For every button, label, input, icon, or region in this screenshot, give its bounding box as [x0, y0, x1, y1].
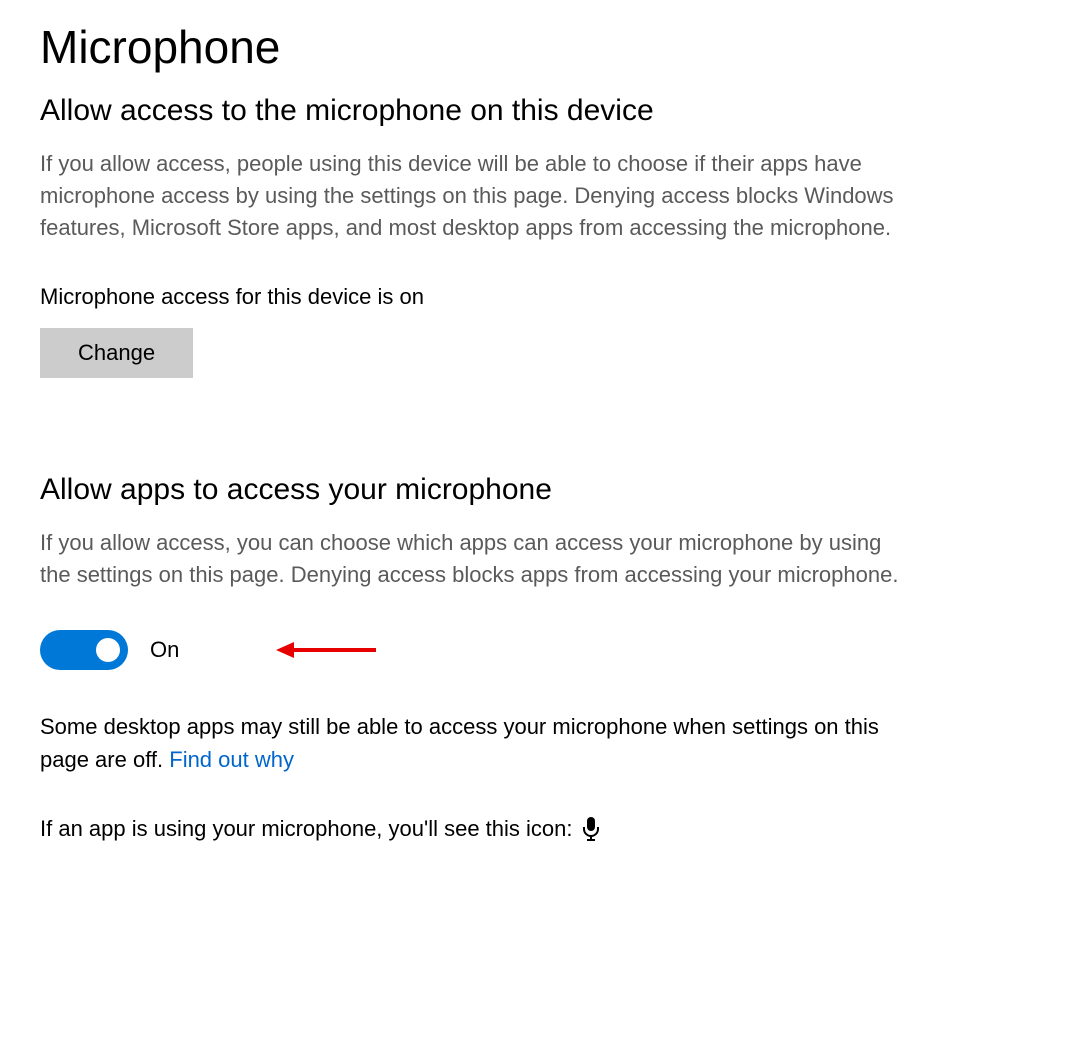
- find-out-why-link[interactable]: Find out why: [169, 747, 294, 772]
- app-access-toggle-row: On: [40, 630, 1038, 670]
- note-text: Some desktop apps may still be able to a…: [40, 714, 879, 772]
- section-heading-app-access: Allow apps to access your microphone: [40, 473, 1038, 507]
- app-access-description: If you allow access, you can choose whic…: [40, 527, 910, 591]
- device-access-status: Microphone access for this device is on: [40, 284, 1038, 310]
- toggle-knob: [96, 638, 120, 662]
- desktop-apps-note: Some desktop apps may still be able to a…: [40, 710, 910, 776]
- icon-line-text: If an app is using your microphone, you'…: [40, 816, 573, 842]
- page-title: Microphone: [40, 20, 1038, 74]
- section-heading-device-access: Allow access to the microphone on this d…: [40, 94, 1038, 128]
- toggle-state-label: On: [150, 637, 179, 663]
- mic-in-use-icon-line: If an app is using your microphone, you'…: [40, 816, 1038, 842]
- device-access-description: If you allow access, people using this d…: [40, 148, 910, 244]
- change-button[interactable]: Change: [40, 328, 193, 378]
- annotation-arrow-icon: [276, 638, 376, 662]
- app-access-toggle[interactable]: [40, 630, 128, 670]
- microphone-icon: [581, 816, 601, 842]
